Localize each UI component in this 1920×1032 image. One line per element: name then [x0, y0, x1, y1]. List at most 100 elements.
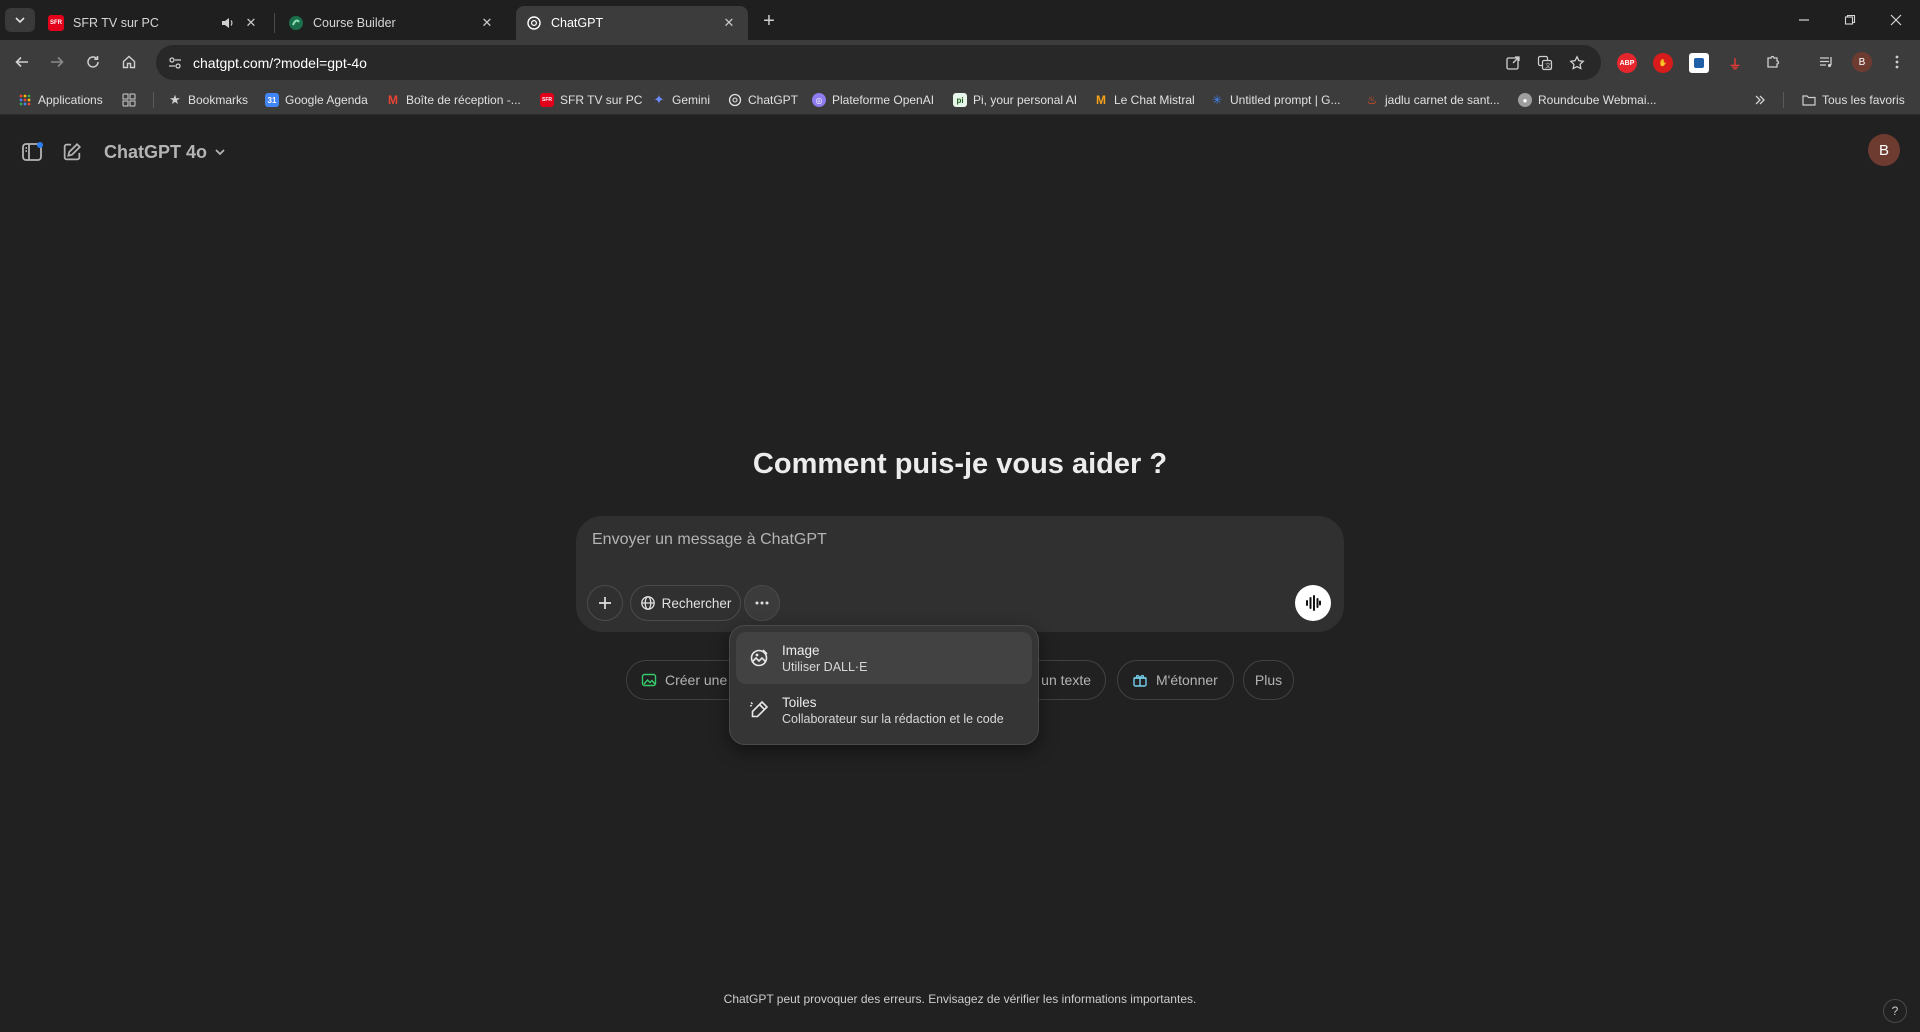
folder-icon [1802, 95, 1816, 106]
star-icon: ★ [169, 92, 181, 107]
openai-icon [728, 93, 742, 107]
sidebar-icon [22, 142, 43, 161]
extension-square-icon[interactable] [1689, 53, 1709, 73]
suggestion-label: Créer une [665, 672, 728, 688]
sfr-icon: SFR [48, 15, 64, 31]
search-label: Rechercher [661, 595, 732, 611]
bookmark-sfr-tv[interactable]: SFR SFR TV sur PC [540, 91, 642, 109]
translate-icon[interactable]: 文 [1534, 52, 1556, 74]
user-avatar[interactable]: B [1868, 134, 1900, 166]
bookmarks-bar: Applications ★ Bookmarks 31 Google Agend… [0, 85, 1920, 115]
suggestion-more[interactable]: Plus [1243, 660, 1294, 700]
new-chat-button[interactable] [54, 134, 90, 170]
profile-button[interactable]: B [1847, 47, 1877, 77]
close-tab-icon[interactable]: ✕ [242, 14, 260, 32]
restore-button[interactable] [1827, 0, 1873, 40]
minimize-icon [1799, 19, 1809, 21]
new-tab-button[interactable]: + [757, 9, 781, 33]
extensions-button[interactable] [1758, 47, 1788, 77]
tab-title: ChatGPT [551, 16, 604, 30]
home-button[interactable] [114, 47, 144, 77]
more-tools-button[interactable] [744, 585, 780, 621]
suggestion-label: Plus [1254, 672, 1283, 688]
gemini-icon: ✦ [653, 92, 665, 107]
address-bar[interactable]: chatgpt.com/?model=gpt-4o 文 [156, 45, 1601, 80]
bookmark-chatgpt[interactable]: ChatGPT [728, 91, 798, 109]
bookmark-bookmarks[interactable]: ★ Bookmarks [168, 91, 248, 109]
suggestion-surprise-me[interactable]: M'étonner [1117, 660, 1234, 700]
message-composer: Rechercher [576, 516, 1344, 632]
bookmark-grid[interactable] [122, 91, 142, 109]
bookmark-label: Pi, your personal AI [973, 93, 1078, 107]
bookmark-label: Applications [38, 93, 103, 107]
menu-item-image[interactable]: Image Utiliser DALL·E [736, 632, 1032, 684]
help-button[interactable]: ? [1883, 999, 1907, 1023]
bookmark-star-icon[interactable] [1566, 52, 1588, 74]
minimize-button[interactable] [1781, 0, 1827, 40]
back-button[interactable] [7, 47, 37, 77]
hand-icon[interactable]: ✋ [1653, 53, 1673, 73]
audio-waveform-icon [1306, 595, 1321, 611]
browser-menu-button[interactable] [1882, 47, 1912, 77]
model-selector[interactable]: ChatGPT 4o [96, 136, 235, 168]
tab-course-builder[interactable]: Course Builder ✕ [278, 6, 506, 40]
tab-title: SFR TV sur PC [73, 16, 159, 30]
speaker-icon[interactable] [220, 15, 236, 31]
bookmark-label: jadlu carnet de sant... [1385, 93, 1500, 107]
edit-icon [63, 142, 82, 161]
close-tab-icon[interactable]: ✕ [720, 14, 738, 32]
tab-sfr-tv[interactable]: SFR SFR TV sur PC ✕ [38, 6, 270, 40]
suggestion-label: r un texte [1032, 672, 1091, 688]
all-bookmarks-folder[interactable]: Tous les favoris [1802, 91, 1905, 109]
open-in-app-icon[interactable] [1502, 52, 1524, 74]
bookmark-jadlu[interactable]: ♨ jadlu carnet de sant... [1365, 91, 1500, 109]
menu-item-canvas[interactable]: Toiles Collaborateur sur la rédaction et… [736, 684, 1032, 736]
pdf-icon[interactable]: ⏚ [1725, 53, 1745, 73]
model-label: ChatGPT 4o [104, 141, 208, 162]
bookmark-label: Bookmarks [188, 93, 249, 107]
more-bookmarks-button[interactable] [1754, 91, 1766, 109]
bookmark-gmail[interactable]: M Boîte de réception -... [386, 91, 521, 109]
close-window-button[interactable] [1873, 0, 1919, 40]
media-controls-button[interactable] [1811, 47, 1841, 77]
bookmark-le-chat-mistral[interactable]: M Le Chat Mistral [1094, 91, 1195, 109]
bookmark-label: Untitled prompt | G... [1230, 93, 1341, 107]
tab-separator [274, 13, 275, 33]
search-web-button[interactable]: Rechercher [630, 585, 741, 621]
bookmark-applications[interactable]: Applications [18, 91, 103, 109]
menu-item-subtitle: Utiliser DALL·E [782, 659, 868, 674]
adblock-plus-icon[interactable]: ABP [1617, 53, 1637, 73]
sfr-icon: SFR [540, 93, 554, 107]
tools-menu: Image Utiliser DALL·E Toiles Collaborate… [729, 625, 1039, 745]
bookmark-label: Le Chat Mistral [1114, 93, 1195, 107]
bookmark-label: Tous les favoris [1822, 93, 1905, 107]
message-input[interactable] [592, 526, 1292, 554]
page-title: Comment puis-je vous aider ? [752, 448, 1168, 480]
voice-mode-button[interactable] [1295, 585, 1331, 621]
bookmark-untitled-prompt[interactable]: ✳ Untitled prompt | G... [1210, 91, 1341, 109]
image-gen-icon [748, 647, 770, 669]
bookmark-gemini[interactable]: ✦ Gemini [652, 91, 710, 109]
bookmark-pi[interactable]: pi Pi, your personal AI [953, 91, 1077, 109]
bookmark-roundcube[interactable]: ● Roundcube Webmai... [1518, 91, 1657, 109]
sidebar-toggle-button[interactable] [14, 134, 50, 170]
bookmark-google-agenda[interactable]: 31 Google Agenda [265, 91, 368, 109]
url-text[interactable]: chatgpt.com/?model=gpt-4o [193, 55, 367, 71]
site-info-icon[interactable] [164, 52, 186, 74]
menu-item-subtitle: Collaborateur sur la rédaction et le cod… [782, 711, 1004, 726]
roundcube-icon: ● [1518, 93, 1532, 107]
chevron-down-icon [15, 17, 25, 24]
apps-grid-icon [19, 94, 31, 106]
bookmark-label: SFR TV sur PC [560, 93, 643, 107]
suggestion-label: M'étonner [1156, 672, 1218, 688]
fire-icon: ♨ [1366, 93, 1378, 107]
forward-button[interactable] [42, 47, 72, 77]
globe-icon [640, 596, 655, 610]
bookmark-plateforme-openai[interactable]: ◎ Plateforme OpenAI [812, 91, 934, 109]
tab-search-button[interactable] [5, 8, 35, 32]
attach-button[interactable] [587, 585, 623, 621]
reload-button[interactable] [78, 47, 108, 77]
close-tab-icon[interactable]: ✕ [478, 14, 496, 32]
tab-chatgpt[interactable]: ChatGPT ✕ [516, 6, 748, 40]
bookmark-separator [153, 92, 154, 108]
